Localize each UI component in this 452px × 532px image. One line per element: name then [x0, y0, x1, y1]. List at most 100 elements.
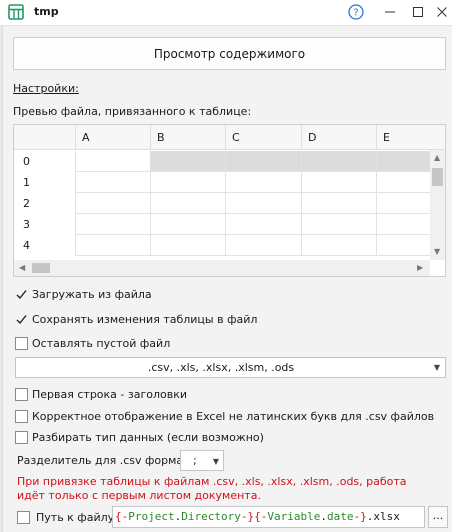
path-token: -} [240, 510, 255, 523]
question-circle-icon: ? [348, 4, 364, 20]
grid-header: A B C D E [14, 125, 445, 150]
grid-cell[interactable] [301, 235, 376, 256]
path-token: .xlsx [366, 510, 400, 523]
browse-button[interactable]: ... [428, 506, 448, 528]
checkbox-box[interactable] [15, 431, 28, 444]
load-from-file-checkbox[interactable]: Загружать из файла [15, 286, 152, 303]
grid-cell[interactable] [301, 193, 376, 214]
path-token: {- [115, 510, 129, 523]
parse-types-checkbox[interactable]: Разбирать тип данных (если возможно) [15, 429, 264, 446]
leave-empty-label: Оставлять пустой файл [32, 337, 171, 350]
grid-cell[interactable] [376, 214, 430, 235]
vertical-scrollbar[interactable]: ▲ ▼ [430, 150, 445, 260]
first-row-headers-label: Первая строка - заголовки [32, 388, 188, 401]
grid-cell[interactable] [225, 214, 301, 235]
path-token: date [326, 510, 354, 523]
grid-cell[interactable] [225, 235, 301, 256]
first-row-headers-checkbox[interactable]: Первая строка - заголовки [15, 386, 187, 403]
checkmark-icon [16, 315, 27, 325]
grid-cell[interactable] [150, 151, 225, 172]
svg-text:?: ? [353, 8, 358, 19]
load-from-file-label: Загружать из файла [32, 288, 152, 301]
grid-cell[interactable] [225, 172, 301, 193]
grid-cell[interactable] [75, 172, 150, 193]
separator-label: Разделитель для .csv формата [17, 454, 197, 467]
excel-non-latin-checkbox[interactable]: Корректное отображение в Excel не латинс… [15, 408, 434, 425]
column-header-e[interactable]: E [376, 125, 445, 150]
save-changes-label: Сохранять изменения таблицы в файл [32, 313, 258, 326]
grid-cell[interactable] [150, 172, 225, 193]
grid-cell[interactable] [150, 235, 225, 256]
table-icon [8, 4, 24, 20]
grid-cell[interactable] [301, 172, 376, 193]
minimize-button[interactable] [381, 3, 399, 21]
column-header-d[interactable]: D [301, 125, 376, 150]
grid-corner [14, 125, 75, 150]
grid-cell[interactable] [75, 235, 150, 256]
extensions-select-value: .csv, .xls, .xlsx, .xlsm, .ods [147, 361, 295, 374]
grid-cell[interactable] [75, 193, 150, 214]
path-checkbox[interactable] [17, 511, 30, 524]
path-token: Project [128, 510, 175, 523]
path-token: -} [353, 510, 367, 523]
view-content-button[interactable]: Просмотр содержимого [13, 37, 446, 70]
row-header-3[interactable]: 3 [14, 214, 75, 235]
chevron-down-icon: ▼ [433, 363, 440, 372]
grid-cell[interactable] [75, 151, 150, 172]
minimize-icon [385, 11, 395, 13]
leave-empty-checkbox[interactable]: Оставлять пустой файл [15, 335, 170, 352]
separator-select[interactable]: ; ▼ [180, 450, 224, 471]
column-header-a[interactable]: A [75, 125, 150, 150]
checkmark-icon [16, 290, 27, 300]
checkbox-box[interactable] [15, 288, 28, 301]
horizontal-scroll-thumb[interactable] [32, 263, 50, 273]
maximize-icon [413, 7, 423, 17]
window-title: tmp [34, 5, 59, 18]
checkbox-box[interactable] [15, 337, 28, 350]
grid-cell[interactable] [376, 172, 430, 193]
grid-cell[interactable] [225, 151, 301, 172]
checkbox-box[interactable] [15, 388, 28, 401]
path-token: Variable [267, 510, 321, 523]
grid-cell[interactable] [75, 214, 150, 235]
grid-cell[interactable] [301, 151, 376, 172]
scroll-down-icon[interactable]: ▼ [434, 248, 440, 256]
row-header-4[interactable]: 4 [14, 235, 75, 256]
warning-text: При привязке таблицы к файлам .csv, .xls… [17, 475, 407, 502]
path-token: . [320, 510, 327, 523]
window-left-edge [0, 26, 3, 532]
checkbox-box[interactable] [15, 410, 28, 423]
scroll-up-icon[interactable]: ▲ [434, 154, 440, 162]
scroll-right-icon[interactable]: ▶ [417, 264, 423, 272]
maximize-button[interactable] [409, 3, 427, 21]
chevron-down-icon: ▼ [212, 457, 219, 466]
extensions-select[interactable]: .csv, .xls, .xlsx, .xlsm, .ods ▼ [15, 357, 446, 378]
column-header-c[interactable]: C [225, 125, 301, 150]
save-changes-checkbox[interactable]: Сохранять изменения таблицы в файл [15, 311, 257, 328]
grid-cell[interactable] [301, 214, 376, 235]
help-button[interactable]: ? [347, 3, 365, 21]
close-icon [437, 7, 447, 17]
file-path-input[interactable]: {-Project.Directory-}{-Variable.date-}.x… [112, 506, 425, 528]
preview-grid[interactable]: A B C D E 0 1 2 3 4 ▲ ▼ ◀ ▶ [13, 124, 446, 277]
grid-cell[interactable] [376, 235, 430, 256]
column-header-b[interactable]: B [150, 125, 225, 150]
scroll-left-icon[interactable]: ◀ [19, 264, 25, 272]
path-label-group: Путь к файлу [17, 511, 114, 524]
row-header-1[interactable]: 1 [14, 172, 75, 193]
grid-cell[interactable] [225, 193, 301, 214]
grid-cell[interactable] [376, 151, 430, 172]
separator-value: ; [193, 454, 197, 467]
checkbox-box[interactable] [15, 313, 28, 326]
horizontal-scrollbar[interactable]: ◀ ▶ [14, 260, 430, 276]
excel-non-latin-label: Корректное отображение в Excel не латинс… [32, 410, 435, 423]
title-bar: tmp ? [0, 0, 452, 26]
row-header-2[interactable]: 2 [14, 193, 75, 214]
vertical-scroll-thumb[interactable] [432, 168, 443, 186]
grid-cell[interactable] [150, 214, 225, 235]
grid-cell[interactable] [150, 193, 225, 214]
close-button[interactable] [433, 3, 451, 21]
grid-cell[interactable] [376, 193, 430, 214]
settings-link[interactable]: Настройки: [13, 82, 79, 95]
row-header-0[interactable]: 0 [14, 151, 75, 172]
